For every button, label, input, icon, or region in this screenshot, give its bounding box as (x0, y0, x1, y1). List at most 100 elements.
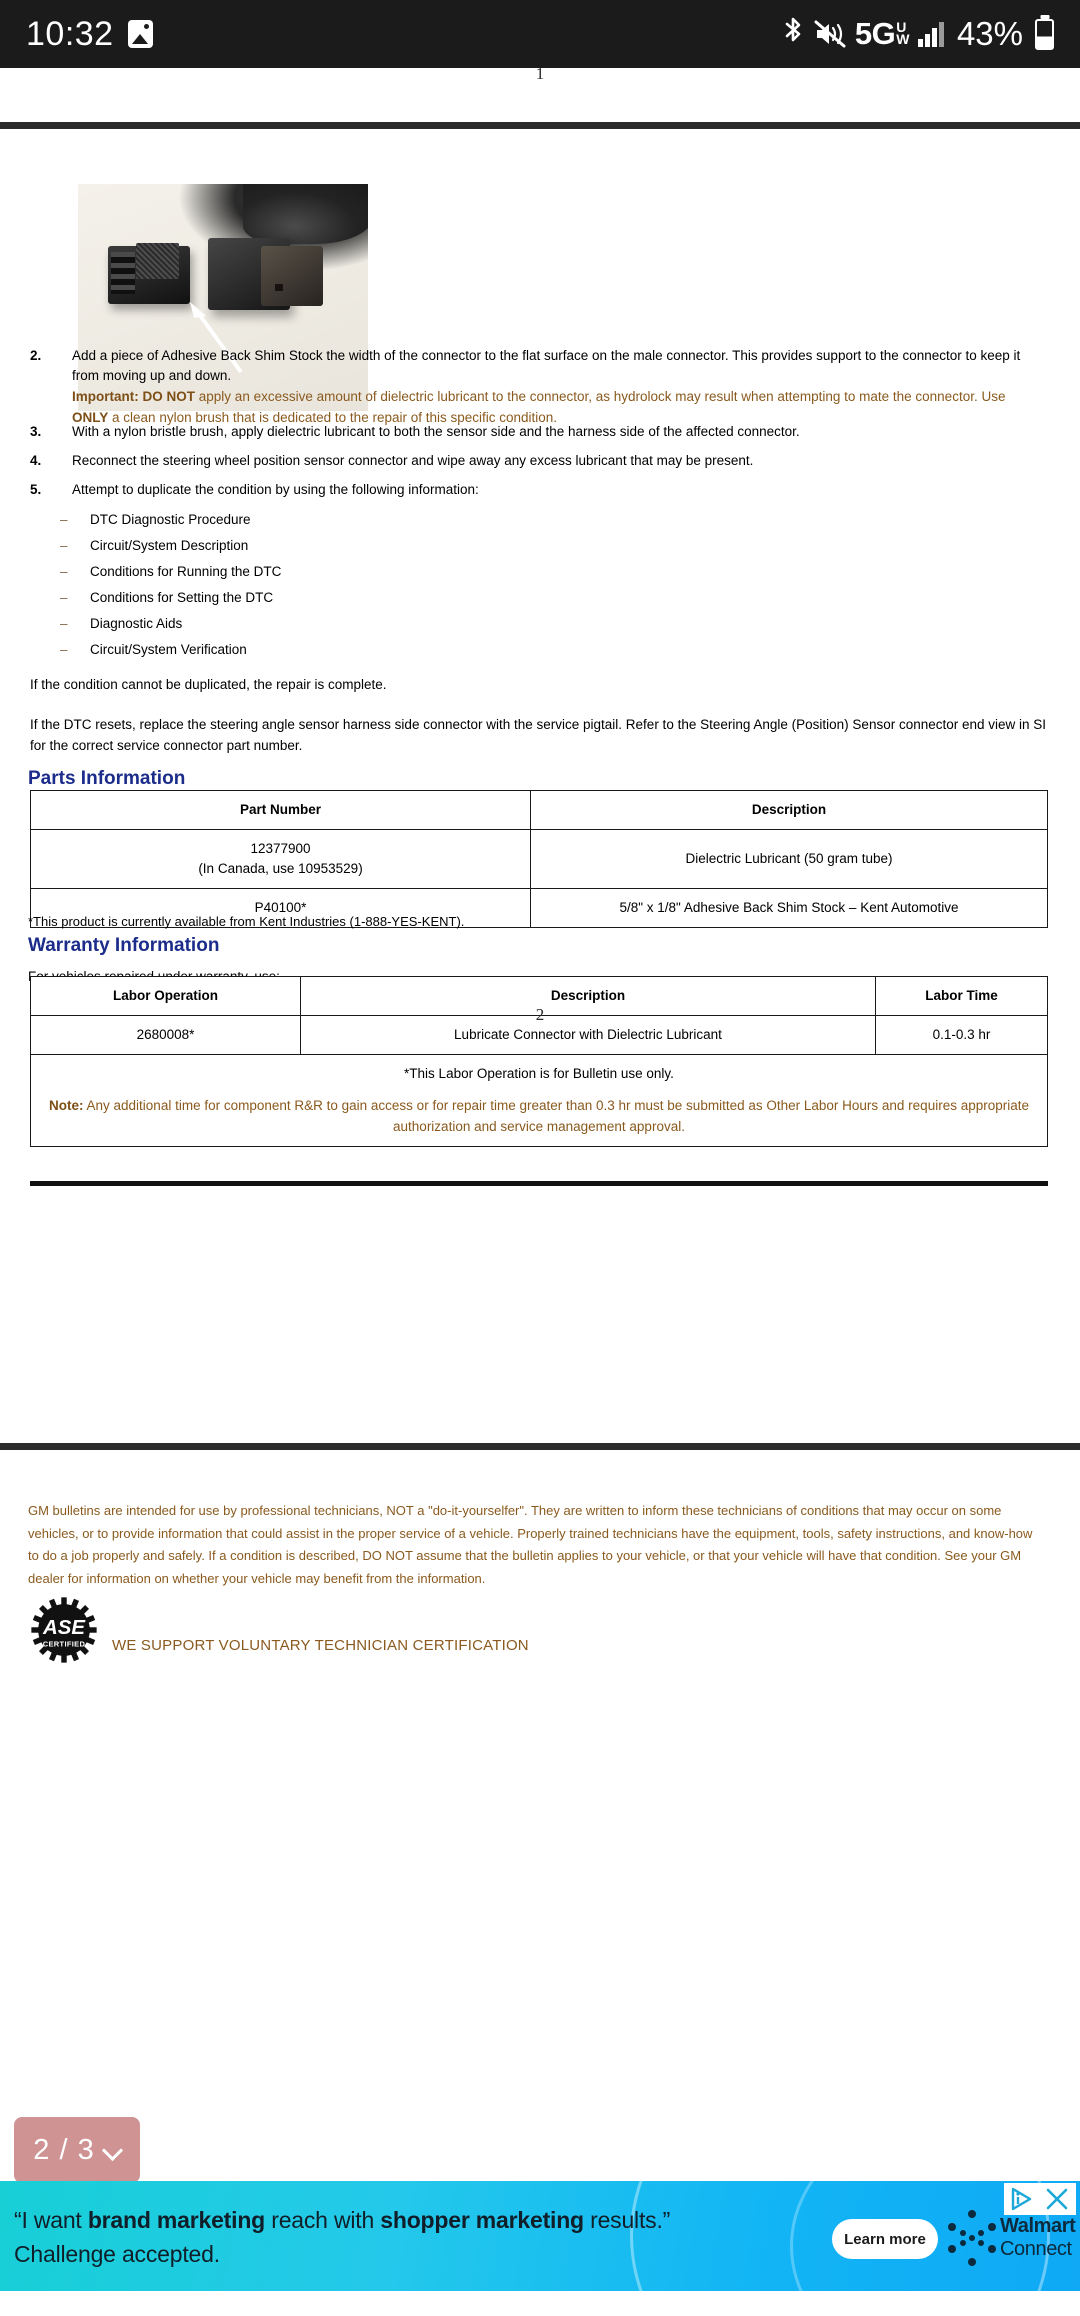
sub-bullet-item: – Conditions for Running the DTC (60, 562, 960, 582)
network-band-label: U W (896, 19, 909, 47)
svg-text:ASE: ASE (42, 1617, 86, 1639)
page-indicator-label: 2 / 3 (33, 2133, 95, 2166)
warranty-note-cell: *This Labor Operation is for Bulletin us… (30, 1054, 1048, 1147)
step-text: Reconnect the steering wheel position se… (72, 453, 754, 468)
dash-bullet-icon: – (60, 564, 68, 579)
image-icon (127, 20, 153, 48)
step-text: Attempt to duplicate the condition by us… (72, 482, 479, 497)
sub-bullet-label: Conditions for Setting the DTC (90, 590, 274, 605)
ase-certification-caption: WE SUPPORT VOLUNTARY TECHNICIAN CERTIFIC… (112, 1637, 529, 1654)
warranty-footnote: *This Labor Operation is for Bulletin us… (404, 1066, 674, 1081)
paragraph-dtc-resets: If the DTC resets, replace the steering … (30, 717, 1047, 753)
page-divider-top (0, 122, 1080, 129)
warranty-note-label: Note: (49, 1098, 84, 1113)
ad-quote-bold-1: brand marketing (87, 2207, 266, 2233)
step-item-5: 5. Attempt to duplicate the condition by… (30, 480, 1050, 500)
step-text: Add a piece of Adhesive Back Shim Stock … (72, 348, 1021, 383)
status-bar-right: 5G U W 43% (781, 15, 1054, 53)
page-indicator-chip[interactable]: 2 / 3 (14, 2117, 140, 2183)
ad-headline-line-1: “I want brand marketing reach with shopp… (14, 2203, 670, 2237)
network-type-label: 5G U W (854, 16, 910, 51)
warranty-note-text: Any additional time for component R&R to… (86, 1098, 1029, 1134)
ase-certification-block: ASE CERTIFIED WE SUPPORT VOLUNTARY TECHN… (30, 1596, 529, 1664)
sub-bullet-label: DTC Diagnostic Procedure (90, 512, 251, 527)
column-header-description: Description (530, 790, 1048, 830)
paragraph-condition-not-duplicated: If the condition cannot be duplicated, t… (30, 677, 387, 692)
sub-bullet-item: – Conditions for Setting the DTC (60, 588, 960, 608)
bluetooth-icon (785, 17, 801, 42)
page-number-bottom: 2 (535, 1005, 545, 1024)
adchoices-icon[interactable] (1010, 2186, 1036, 2212)
column-header-part-number: Part Number (30, 790, 531, 830)
cell-part-number: 12377900 (In Canada, use 10953529) (30, 829, 531, 889)
status-bar-clock: 10:32 (26, 14, 114, 53)
ad-banner[interactable]: “I want brand marketing reach with shopp… (0, 2181, 1080, 2291)
warranty-note: Note: Any additional time for component … (37, 1095, 1041, 1137)
sub-bullet-item: – Circuit/System Verification (60, 640, 960, 660)
page-bottom-rule (30, 1181, 1048, 1186)
important-label: Important: (72, 389, 139, 404)
step-item-3: 3. With a nylon bristle brush, apply die… (30, 422, 1050, 442)
svg-text:CERTIFIED: CERTIFIED (43, 1639, 86, 1648)
battery-icon (1035, 18, 1054, 50)
ad-learn-more-button[interactable]: Learn more (832, 2219, 938, 2259)
parts-table-footnote: *This product is currently available fro… (28, 914, 465, 929)
sub-bullet-label: Circuit/System Verification (90, 642, 247, 657)
step-number: 4. (30, 453, 42, 468)
gm-bulletin-disclaimer: GM bulletins are intended for use by pro… (28, 1503, 1033, 1586)
walmart-connect-wordmark: Walmart Connect (1000, 2215, 1076, 2261)
table-header-row: Part Number Description (30, 790, 1048, 830)
cell-description: Dielectric Lubricant (50 gram tube) (530, 829, 1048, 889)
ad-quote-bold-2: shopper marketing (380, 2207, 584, 2233)
step-number: 3. (30, 424, 42, 439)
dash-bullet-icon: – (60, 616, 68, 631)
sub-bullet-label: Conditions for Running the DTC (90, 564, 282, 579)
page-divider-bottom (0, 1443, 1080, 1450)
ad-headline: “I want brand marketing reach with shopp… (14, 2203, 670, 2271)
walmart-brand-line-2: Connect (1000, 2238, 1072, 2260)
close-icon[interactable] (1044, 2186, 1070, 2212)
part-number-value: 12377900 (250, 841, 311, 856)
important-do-not: DO NOT (142, 389, 196, 404)
dash-bullet-icon: – (60, 642, 68, 657)
step-item-4: 4. Reconnect the steering wheel position… (30, 451, 1050, 471)
sub-bullet-item: – Diagnostic Aids (60, 614, 960, 634)
table-note-row: *This Labor Operation is for Bulletin us… (30, 1054, 1048, 1147)
parts-information-table: Part Number Description 12377900 (In Can… (30, 790, 1048, 928)
ad-headline-line-2: Challenge accepted. (14, 2241, 220, 2267)
chevron-down-icon[interactable] (104, 2142, 121, 2159)
walmart-spark-icon (948, 2210, 996, 2266)
dash-bullet-icon: – (60, 512, 68, 527)
sub-bullet-label: Diagnostic Aids (90, 616, 183, 631)
dash-bullet-icon: – (60, 538, 68, 553)
ase-certified-logo-icon: ASE CERTIFIED (30, 1596, 98, 1664)
important-mid-text: apply an excessive amount of dielectric … (198, 389, 1006, 404)
warranty-information-heading: Warranty Information (28, 935, 220, 956)
signal-bars-icon (917, 21, 944, 47)
volume-mute-icon (814, 20, 846, 48)
ad-badge-group (1004, 2183, 1076, 2215)
status-bar: 10:32 5G U W 43% (0, 0, 1080, 68)
part-number-canada-note: (In Canada, use 10953529) (198, 861, 363, 876)
battery-percent-label: 43% (956, 15, 1023, 52)
step-number: 2. (30, 348, 42, 363)
page-number-top: 1 (535, 64, 545, 83)
parts-information-heading: Parts Information (28, 768, 186, 789)
step-number: 5. (30, 482, 42, 497)
ad-quote-mid: reach with (265, 2207, 381, 2233)
sub-bullet-label: Circuit/System Description (90, 538, 249, 553)
warranty-information-table: Labor Operation Description Labor Time 2… (30, 976, 1048, 1147)
step-item-2: 2. Add a piece of Adhesive Back Shim Sto… (30, 346, 1050, 386)
status-bar-left: 10:32 (26, 15, 153, 54)
sub-bullet-item: – DTC Diagnostic Procedure (60, 510, 960, 530)
dash-bullet-icon: – (60, 590, 68, 605)
ad-quote-open: “I want (14, 2207, 88, 2233)
cell-description: 5/8" x 1/8" Adhesive Back Shim Stock – K… (530, 888, 1048, 928)
document-viewer[interactable]: 1 2. Add a piece of Adhesive Back Shim S… (0, 64, 1080, 2028)
step-text: With a nylon bristle brush, apply dielec… (72, 424, 800, 439)
sub-bullet-item: – Circuit/System Description (60, 536, 960, 556)
phone-screen: 10:32 5G U W 43% 1 2. Add a piece of Adh… (0, 0, 1080, 2316)
walmart-brand-line-1: Walmart (1000, 2215, 1076, 2237)
table-row: 12377900 (In Canada, use 10953529) Diele… (30, 829, 1048, 889)
ad-quote-close: results.” (583, 2207, 671, 2233)
